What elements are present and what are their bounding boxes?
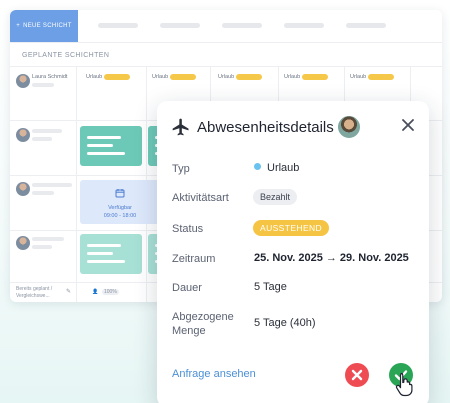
duration-value: 5 Tage [254,281,287,293]
edit-icon[interactable]: ✎ [66,288,71,295]
employee-avatar [16,182,30,196]
type-label: Typ [172,163,190,175]
availability-label: Verfügbar [108,205,132,211]
hand-cursor-icon [394,371,416,397]
availability-time: 09:00 - 18:00 [103,213,137,219]
period-label: Zeitraum [172,253,216,265]
section-label: GEPLANTE SCHICHTEN [22,52,110,59]
leave-cell[interactable]: Urlaub [86,74,131,80]
grid-line [10,42,442,43]
calendar-icon [115,185,125,203]
date-header-placeholder [284,23,324,28]
duration-label: Dauer [172,282,202,294]
employee-name: Laura Schmidt [32,74,68,80]
arrow-right-icon: → [325,252,337,264]
status-label: Status [172,223,204,235]
pending-chip [236,74,263,80]
deducted-value: 5 Tage (40h) [254,317,316,329]
grid-line [10,66,442,67]
leave-cell[interactable]: Urlaub [218,74,263,80]
employee-avatar [16,128,30,142]
employee-meta-placeholder [32,137,52,141]
shift-block[interactable] [80,126,142,166]
period-start: 25. Nov. 2025 [254,252,323,264]
close-icon[interactable] [401,118,415,132]
absence-details-popup: Abwesenheitsdetails Typ Urlaub Aktivität… [157,101,429,403]
new-shift-label: NEUE SCHICHT [23,23,72,29]
leave-cell[interactable]: Urlaub [284,74,329,80]
employee-meta-placeholder [32,83,54,87]
person-icon: 👤 [92,289,99,295]
reject-x-icon [351,369,363,381]
employee-name-placeholder [32,129,62,133]
pending-chip [104,74,131,80]
date-header-placeholder [98,23,138,28]
date-header-placeholder [160,23,200,28]
status-badge: AUSSTEHEND [253,220,330,236]
view-request-link[interactable]: Anfrage ansehen [172,368,256,380]
plus-icon: + [16,23,21,29]
leave-type-dot [254,163,261,170]
employee-avatar [337,115,361,139]
deducted-label-line2: Menge [172,325,206,337]
reject-button[interactable] [345,363,369,387]
employee-avatar [16,236,30,250]
new-shift-button[interactable]: + NEUE SCHICHT [10,10,78,42]
footer-percent: 100% [102,289,119,295]
pending-chip [170,74,197,80]
shift-block[interactable] [80,234,142,274]
employee-meta-placeholder [32,245,52,249]
deducted-label-line1: Abgezogene [172,311,234,323]
type-value: Urlaub [254,162,299,174]
availability-block[interactable]: Verfügbar 09:00 - 18:00 [80,180,160,224]
date-header-placeholder [346,23,386,28]
employee-name-placeholder [32,183,72,187]
period-end: 29. Nov. 2025 [339,252,409,264]
period-value: 25. Nov. 2025 → 29. Nov. 2025 [254,252,409,264]
date-header-placeholder [222,23,262,28]
grid-line [76,66,77,302]
airplane-icon [171,117,191,137]
leave-cell[interactable]: Urlaub [350,74,395,80]
employee-name-placeholder [32,237,64,241]
activity-label: Aktivitätsart [172,192,229,204]
pending-chip [368,74,395,80]
employee-meta-placeholder [32,191,54,195]
employee-avatar [16,74,30,88]
popup-title: Abwesenheitsdetails [197,119,334,136]
leave-cell[interactable]: Urlaub [152,74,197,80]
activity-badge: Bezahlt [253,189,298,205]
pending-chip [302,74,329,80]
footer-summary: Bereits geplant / Vergleichswe... [16,286,53,299]
